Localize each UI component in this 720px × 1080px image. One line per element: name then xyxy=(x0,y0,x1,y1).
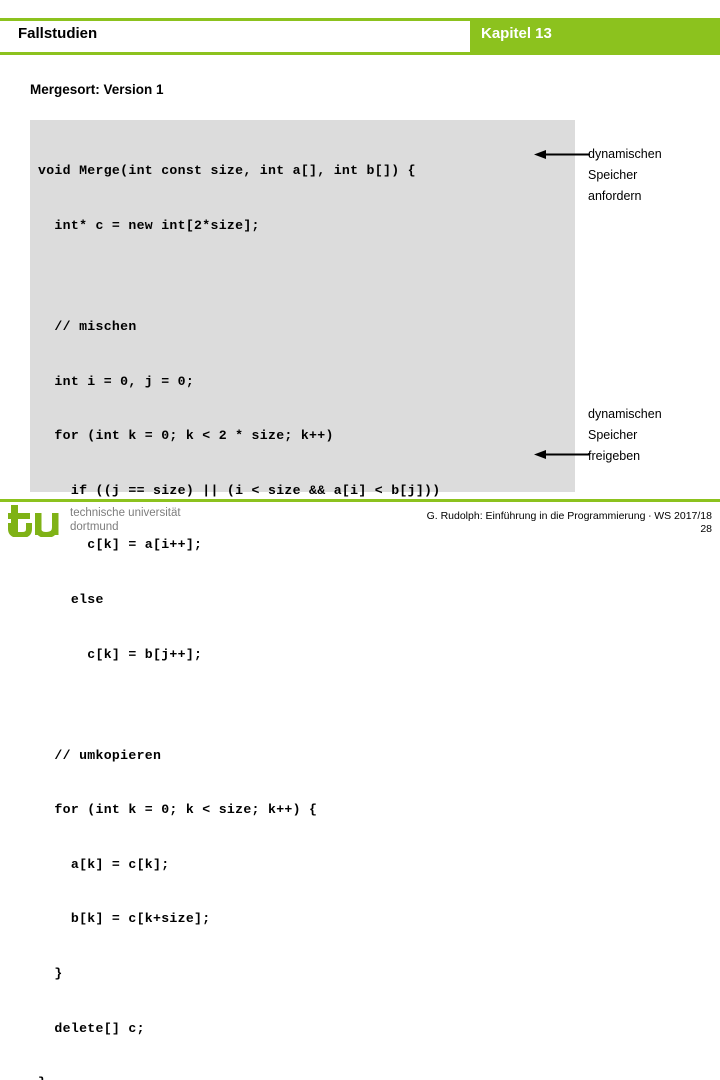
code-line: int* c = new int[2*size]; xyxy=(38,218,260,233)
annotation-line: anfordern xyxy=(588,189,642,203)
code-line: if ((j == size) || (i < size && a[i] < b… xyxy=(38,482,441,498)
tu-logo-icon xyxy=(8,505,66,542)
annotation-line: Speicher xyxy=(588,428,638,442)
header-chapter-title: Kapitel 13 xyxy=(481,25,552,42)
annotation-line: Speicher xyxy=(588,168,638,182)
code-line: } xyxy=(38,1074,575,1080)
left-arrow-icon xyxy=(534,149,590,160)
annotation-line: freigeben xyxy=(588,449,641,463)
page-title: Mergesort: Version 1 xyxy=(30,82,164,97)
left-arrow-icon xyxy=(534,449,590,460)
annotation-free-memory: dynamischen Speicher freigeben xyxy=(588,404,662,467)
tu-logo-line2: dortmund xyxy=(70,520,119,533)
code-block: void Merge(int const size, int a[], int … xyxy=(30,120,575,1080)
page-number: 28 xyxy=(700,523,712,535)
annotation-line: dynamischen xyxy=(588,147,662,161)
code-line: int i = 0, j = 0; xyxy=(38,373,195,389)
annotation-line: dynamischen xyxy=(588,407,662,421)
code-line: c[k] = b[j++]; xyxy=(38,646,203,662)
code-line: void Merge(int const size, int a[], int … xyxy=(38,163,416,179)
code-line: for (int k = 0; k < size; k++) { xyxy=(38,802,318,818)
tu-logo-wordmark: technische universität dortmund xyxy=(70,507,181,534)
footer-credit: G. Rudolph: Einführung in die Programmie… xyxy=(426,510,712,522)
code-line: b[k] = c[k+size]; xyxy=(38,911,211,927)
code-line: delete[] c; xyxy=(38,1020,145,1036)
code-line: else xyxy=(38,591,104,607)
tu-logo-line1: technische universität xyxy=(70,507,181,519)
header-section-title: Fallstudien xyxy=(18,25,98,42)
footer-rule xyxy=(0,499,720,502)
tu-dortmund-logo: technische universität dortmund xyxy=(8,505,208,539)
code-line: for (int k = 0; k < 2 * size; k++) xyxy=(38,428,334,444)
annotation-allocate-memory: dynamischen Speicher anfordern xyxy=(588,144,662,207)
code-line: a[k] = c[k]; xyxy=(38,856,170,872)
code-line: // mischen xyxy=(38,319,137,334)
header-bottom-rule xyxy=(0,52,720,55)
code-line: c[k] = a[i++]; xyxy=(38,537,203,553)
code-line: // umkopieren xyxy=(38,747,162,763)
code-line: } xyxy=(38,965,63,981)
